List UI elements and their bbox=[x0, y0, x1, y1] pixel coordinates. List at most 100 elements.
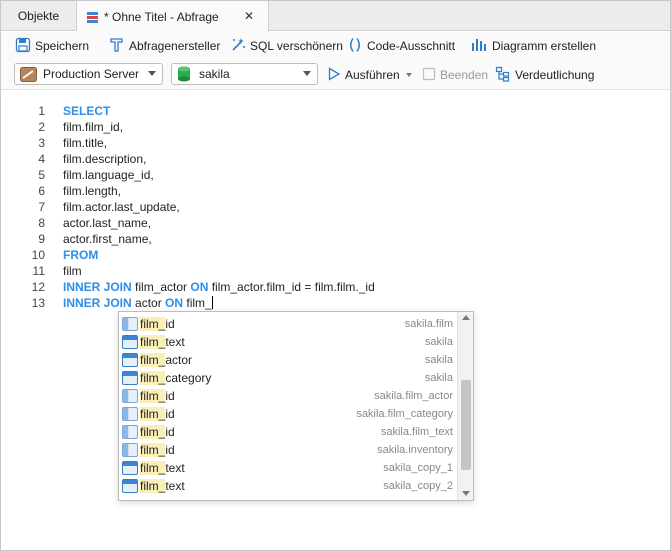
query-editor-window: Objekte * Ohne Titel - Abfrage ✕ Speiche… bbox=[0, 0, 671, 551]
autocomplete-item-rest: text bbox=[165, 335, 185, 349]
stop-label: Beenden bbox=[440, 68, 489, 82]
code-line: INNER JOIN actor ON film_ bbox=[63, 295, 375, 311]
scroll-up-icon[interactable] bbox=[462, 315, 470, 320]
save-icon bbox=[15, 37, 31, 56]
create-chart-label: Diagramm erstellen bbox=[492, 39, 597, 53]
code-line: film.length, bbox=[63, 184, 122, 198]
autocomplete-item-name: film_category bbox=[140, 371, 211, 385]
code-line: film bbox=[63, 264, 82, 278]
match-highlight: film_ bbox=[140, 425, 166, 439]
connection-value: Production Server bbox=[43, 67, 140, 81]
autocomplete-item[interactable]: film_id sakila.film_text bbox=[119, 423, 457, 441]
table-icon bbox=[122, 461, 138, 475]
code-area[interactable]: SELECT film.film_id, film.title, film.de… bbox=[63, 103, 375, 311]
autocomplete-item-name: film_text bbox=[140, 461, 185, 475]
connection-select[interactable]: Production Server bbox=[14, 63, 163, 85]
sql-keyword: ON bbox=[190, 280, 209, 294]
table-icon bbox=[122, 371, 138, 385]
autocomplete-item-source: sakila bbox=[424, 354, 453, 366]
query-builder-button[interactable]: Abfragenersteller bbox=[109, 36, 220, 56]
match-highlight: film_ bbox=[140, 479, 166, 493]
code-snippet-button[interactable]: Code-Ausschnitt bbox=[347, 36, 455, 56]
tab-objects[interactable]: Objekte bbox=[1, 1, 77, 31]
autocomplete-item-name: film_id bbox=[140, 443, 175, 457]
magic-wand-icon bbox=[230, 37, 246, 56]
scrollbar-thumb[interactable] bbox=[461, 380, 471, 470]
beautify-sql-button[interactable]: SQL verschönern bbox=[230, 36, 343, 56]
autocomplete-item-source: sakila.film bbox=[404, 318, 453, 330]
database-select[interactable]: sakila bbox=[171, 63, 318, 85]
code-line: FROM bbox=[63, 247, 375, 263]
stop-icon bbox=[422, 67, 436, 84]
autocomplete-item[interactable]: film_id sakila.film_category bbox=[119, 405, 457, 423]
close-icon[interactable]: ✕ bbox=[244, 9, 254, 23]
save-label: Speichern bbox=[35, 39, 90, 53]
code-line: film.actor.last_update, bbox=[63, 200, 180, 214]
chart-icon bbox=[470, 37, 488, 56]
column-icon bbox=[122, 317, 138, 331]
query-builder-icon bbox=[109, 37, 125, 56]
explain-label: Verdeutlichung bbox=[515, 68, 595, 82]
stop-button[interactable]: Beenden bbox=[422, 65, 488, 85]
line-number: 3 bbox=[38, 136, 45, 150]
autocomplete-list: film_id sakila.film film_text sakila film_ac… bbox=[119, 315, 457, 495]
autocomplete-item-name: film_text bbox=[140, 335, 185, 349]
autocomplete-item-source: sakila.film_text bbox=[380, 426, 453, 438]
line-number: 1 bbox=[38, 104, 45, 118]
connection-icon bbox=[20, 66, 37, 82]
chevron-down-icon bbox=[303, 71, 311, 76]
explain-button[interactable]: Verdeutlichung bbox=[495, 65, 594, 85]
autocomplete-item[interactable]: film_text sakila bbox=[119, 333, 457, 351]
code-line: INNER JOIN film_actor ON film_actor.film… bbox=[63, 279, 375, 295]
code-text: actor bbox=[131, 296, 166, 310]
autocomplete-item[interactable]: film_id sakila.film bbox=[119, 315, 457, 333]
column-icon bbox=[122, 389, 138, 403]
line-number: 2 bbox=[38, 120, 45, 134]
chevron-down-icon bbox=[148, 71, 156, 76]
line-number: 8 bbox=[38, 216, 45, 230]
match-highlight: film_ bbox=[140, 461, 166, 475]
match-highlight: film_ bbox=[140, 335, 166, 349]
autocomplete-item-name: film_id bbox=[140, 317, 175, 331]
save-button[interactable]: Speichern bbox=[15, 36, 89, 56]
query-builder-label: Abfragenersteller bbox=[129, 39, 221, 53]
sql-keyword: ON bbox=[165, 296, 184, 310]
code-line: film.description, bbox=[63, 152, 147, 166]
autocomplete-item[interactable]: film_id sakila.film_actor bbox=[119, 387, 457, 405]
autocomplete-item-rest: id bbox=[165, 407, 175, 421]
autocomplete-item[interactable]: film_category sakila bbox=[119, 369, 457, 387]
code-line: actor.first_name, bbox=[63, 232, 152, 246]
autocomplete-popup[interactable]: film_id sakila.film film_text sakila film_ac… bbox=[118, 311, 474, 501]
autocomplete-item-source: sakila.film_actor bbox=[374, 390, 453, 402]
match-highlight: film_ bbox=[140, 353, 166, 367]
scroll-down-icon[interactable] bbox=[462, 491, 470, 496]
autocomplete-item-name: film_text bbox=[140, 479, 185, 493]
match-highlight: film_ bbox=[140, 443, 166, 457]
match-highlight: film_ bbox=[140, 317, 166, 331]
code-line: film.title, bbox=[63, 136, 108, 150]
code-snippet-label: Code-Ausschnitt bbox=[367, 39, 456, 53]
autocomplete-item[interactable]: film_id sakila.inventory bbox=[119, 441, 457, 459]
autocomplete-scrollbar[interactable] bbox=[457, 312, 473, 500]
autocomplete-item-source: sakila.film_category bbox=[356, 408, 453, 420]
autocomplete-item-rest: id bbox=[165, 389, 175, 403]
run-button[interactable]: Ausführen bbox=[327, 65, 412, 85]
match-highlight: film_ bbox=[140, 389, 166, 403]
autocomplete-item[interactable]: film_text sakila_copy_2 bbox=[119, 477, 457, 495]
run-dropdown-icon[interactable] bbox=[405, 73, 412, 77]
autocomplete-item[interactable]: film_text sakila_copy_1 bbox=[119, 459, 457, 477]
autocomplete-item-name: film_id bbox=[140, 407, 175, 421]
code-text: film_ bbox=[183, 296, 212, 310]
autocomplete-item-rest: id bbox=[165, 425, 175, 439]
line-number: 9 bbox=[38, 232, 45, 246]
tab-query-label: * Ohne Titel - Abfrage bbox=[104, 9, 219, 24]
create-chart-button[interactable]: Diagramm erstellen bbox=[470, 36, 596, 56]
tab-query[interactable]: * Ohne Titel - Abfrage ✕ bbox=[77, 1, 269, 32]
autocomplete-item[interactable]: film_actor sakila bbox=[119, 351, 457, 369]
tab-objects-label: Objekte bbox=[17, 9, 60, 23]
autocomplete-item-source: sakila_copy_1 bbox=[383, 462, 453, 474]
line-number: 10 bbox=[31, 248, 45, 262]
code-line: film.film_id, bbox=[63, 120, 124, 134]
autocomplete-item-source: sakila.inventory bbox=[377, 444, 453, 456]
autocomplete-item-name: film_id bbox=[140, 389, 175, 403]
